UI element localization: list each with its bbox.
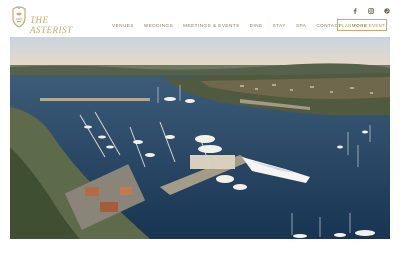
nav-item-venues[interactable]: VENUES [112, 23, 134, 28]
instagram-icon[interactable] [368, 8, 374, 14]
social-links [352, 8, 390, 14]
brand-name: THE ASTERIST [30, 15, 73, 35]
aerial-harbor-photo [10, 37, 390, 239]
site-logo[interactable]: THE ASTERIST [10, 6, 72, 35]
pinterest-icon[interactable] [384, 8, 390, 14]
plan-event-button[interactable]: PLAN YOUR EVENT [337, 19, 387, 31]
crest-icon [12, 6, 26, 28]
nav-item-meetings-events[interactable]: MEETINGS & EVENTS [183, 23, 240, 28]
nav-item-spa[interactable]: SPA [296, 23, 306, 28]
hero-image [10, 37, 390, 239]
nav-item-stay[interactable]: STAY [273, 23, 286, 28]
nav-item-dine[interactable]: DINE [250, 23, 263, 28]
site-header: THE ASTERIST VENUES WEDDINGS MEETINGS & … [0, 0, 400, 36]
facebook-icon[interactable] [352, 8, 358, 14]
nav-item-weddings[interactable]: WEDDINGS [144, 23, 173, 28]
